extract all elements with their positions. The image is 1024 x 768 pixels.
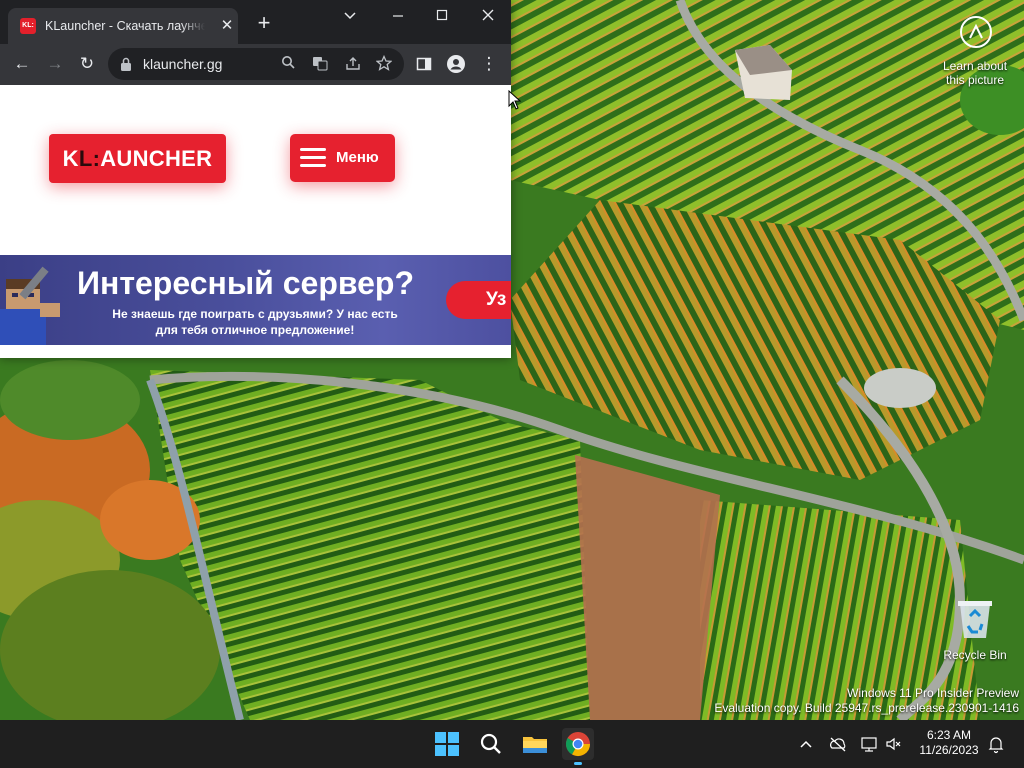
- profile-avatar-icon[interactable]: [446, 54, 466, 74]
- onedrive-off-icon[interactable]: [828, 734, 848, 754]
- taskbar-clock[interactable]: 6:23 AM 11/26/2023: [912, 728, 986, 758]
- lock-icon: [121, 57, 131, 71]
- mouse-cursor-icon: [508, 90, 522, 110]
- maximize-button[interactable]: [428, 4, 456, 28]
- side-panel-icon[interactable]: [414, 54, 434, 74]
- menu-label: Меню: [336, 149, 379, 166]
- active-indicator: [574, 762, 582, 765]
- logo-text-k: K: [62, 146, 79, 171]
- taskbar: 6:23 AM 11/26/2023: [0, 720, 1024, 768]
- favicon-icon: KL:: [20, 18, 36, 34]
- reload-icon[interactable]: ↻: [77, 54, 97, 74]
- clock-time: 6:23 AM: [926, 728, 972, 742]
- start-windows-icon[interactable]: [431, 728, 463, 760]
- volume-muted-icon[interactable]: [884, 734, 904, 754]
- chrome-window: KL: KLauncher - Скачать лаунчер Майнкраф…: [0, 0, 511, 358]
- recycle-bin-icon: [958, 601, 992, 638]
- tray-chevron-up-icon[interactable]: [796, 734, 816, 754]
- close-window-button[interactable]: [474, 4, 502, 28]
- tab-title: KLauncher - Скачать лаунчер Майнкрафт: [45, 19, 205, 33]
- minecraft-character-icon: [0, 266, 60, 345]
- bookmark-star-icon[interactable]: [375, 54, 393, 73]
- tab-search-chevron-icon[interactable]: [336, 4, 364, 28]
- file-explorer-icon[interactable]: [519, 728, 551, 760]
- logo-text-auncher: AUNCHER: [100, 146, 213, 171]
- camera-spotlight-icon: [960, 16, 992, 48]
- minimize-button[interactable]: [384, 4, 412, 28]
- url-text: klauncher.gg: [143, 56, 223, 72]
- chrome-taskbar-icon[interactable]: [562, 728, 594, 765]
- new-tab-button[interactable]: +: [254, 12, 274, 34]
- server-banner[interactable]: Интересный сервер? Не знаешь где поиграт…: [0, 255, 511, 345]
- kebab-menu-icon[interactable]: ⋮: [479, 54, 499, 74]
- banner-title: Интересный сервер?: [77, 265, 415, 301]
- forward-arrow-icon[interactable]: →: [45, 54, 65, 74]
- menu-button[interactable]: Меню: [290, 134, 395, 182]
- tab-strip: KL: KLauncher - Скачать лаунчер Майнкраф…: [0, 0, 511, 44]
- translate-icon[interactable]: [311, 55, 329, 73]
- watermark-line-2: Evaluation copy. Build 25947.rs_prerelea…: [714, 701, 1019, 715]
- hamburger-icon: [300, 148, 326, 168]
- address-bar[interactable]: klauncher.gg: [108, 48, 404, 80]
- banner-subtitle: Не знаешь где поиграть с друзьями? У нас…: [112, 307, 398, 337]
- banner-learn-button[interactable]: Уз: [446, 281, 511, 319]
- browser-toolbar: ← → ↻ klauncher.gg ⋮: [0, 44, 511, 85]
- network-monitor-icon[interactable]: [859, 734, 879, 754]
- web-page: KL:AUNCHER Меню Интересный сервер? Не зн…: [0, 85, 511, 358]
- klauncher-logo[interactable]: KL:AUNCHER: [49, 134, 226, 183]
- notification-bell-icon[interactable]: [986, 734, 1006, 754]
- recycle-bin-label: Recycle Bin: [943, 648, 1007, 662]
- tab-close-icon[interactable]: ✕: [218, 17, 236, 35]
- share-icon[interactable]: [344, 55, 362, 73]
- learn-about-text: Learn about this picture: [942, 59, 1008, 87]
- clock-date: 11/26/2023: [919, 743, 979, 757]
- back-arrow-icon[interactable]: ←: [12, 54, 32, 74]
- logo-text-l: L:: [78, 146, 101, 171]
- taskbar-search-icon[interactable]: [475, 728, 507, 760]
- tab-klauncher[interactable]: KL: KLauncher - Скачать лаунчер Майнкраф…: [8, 8, 238, 44]
- watermark-line-1: Windows 11 Pro Insider Preview: [847, 686, 1019, 700]
- windows-watermark: Windows 11 Pro Insider Preview Evaluatio…: [714, 686, 1019, 716]
- search-icon[interactable]: [279, 55, 297, 73]
